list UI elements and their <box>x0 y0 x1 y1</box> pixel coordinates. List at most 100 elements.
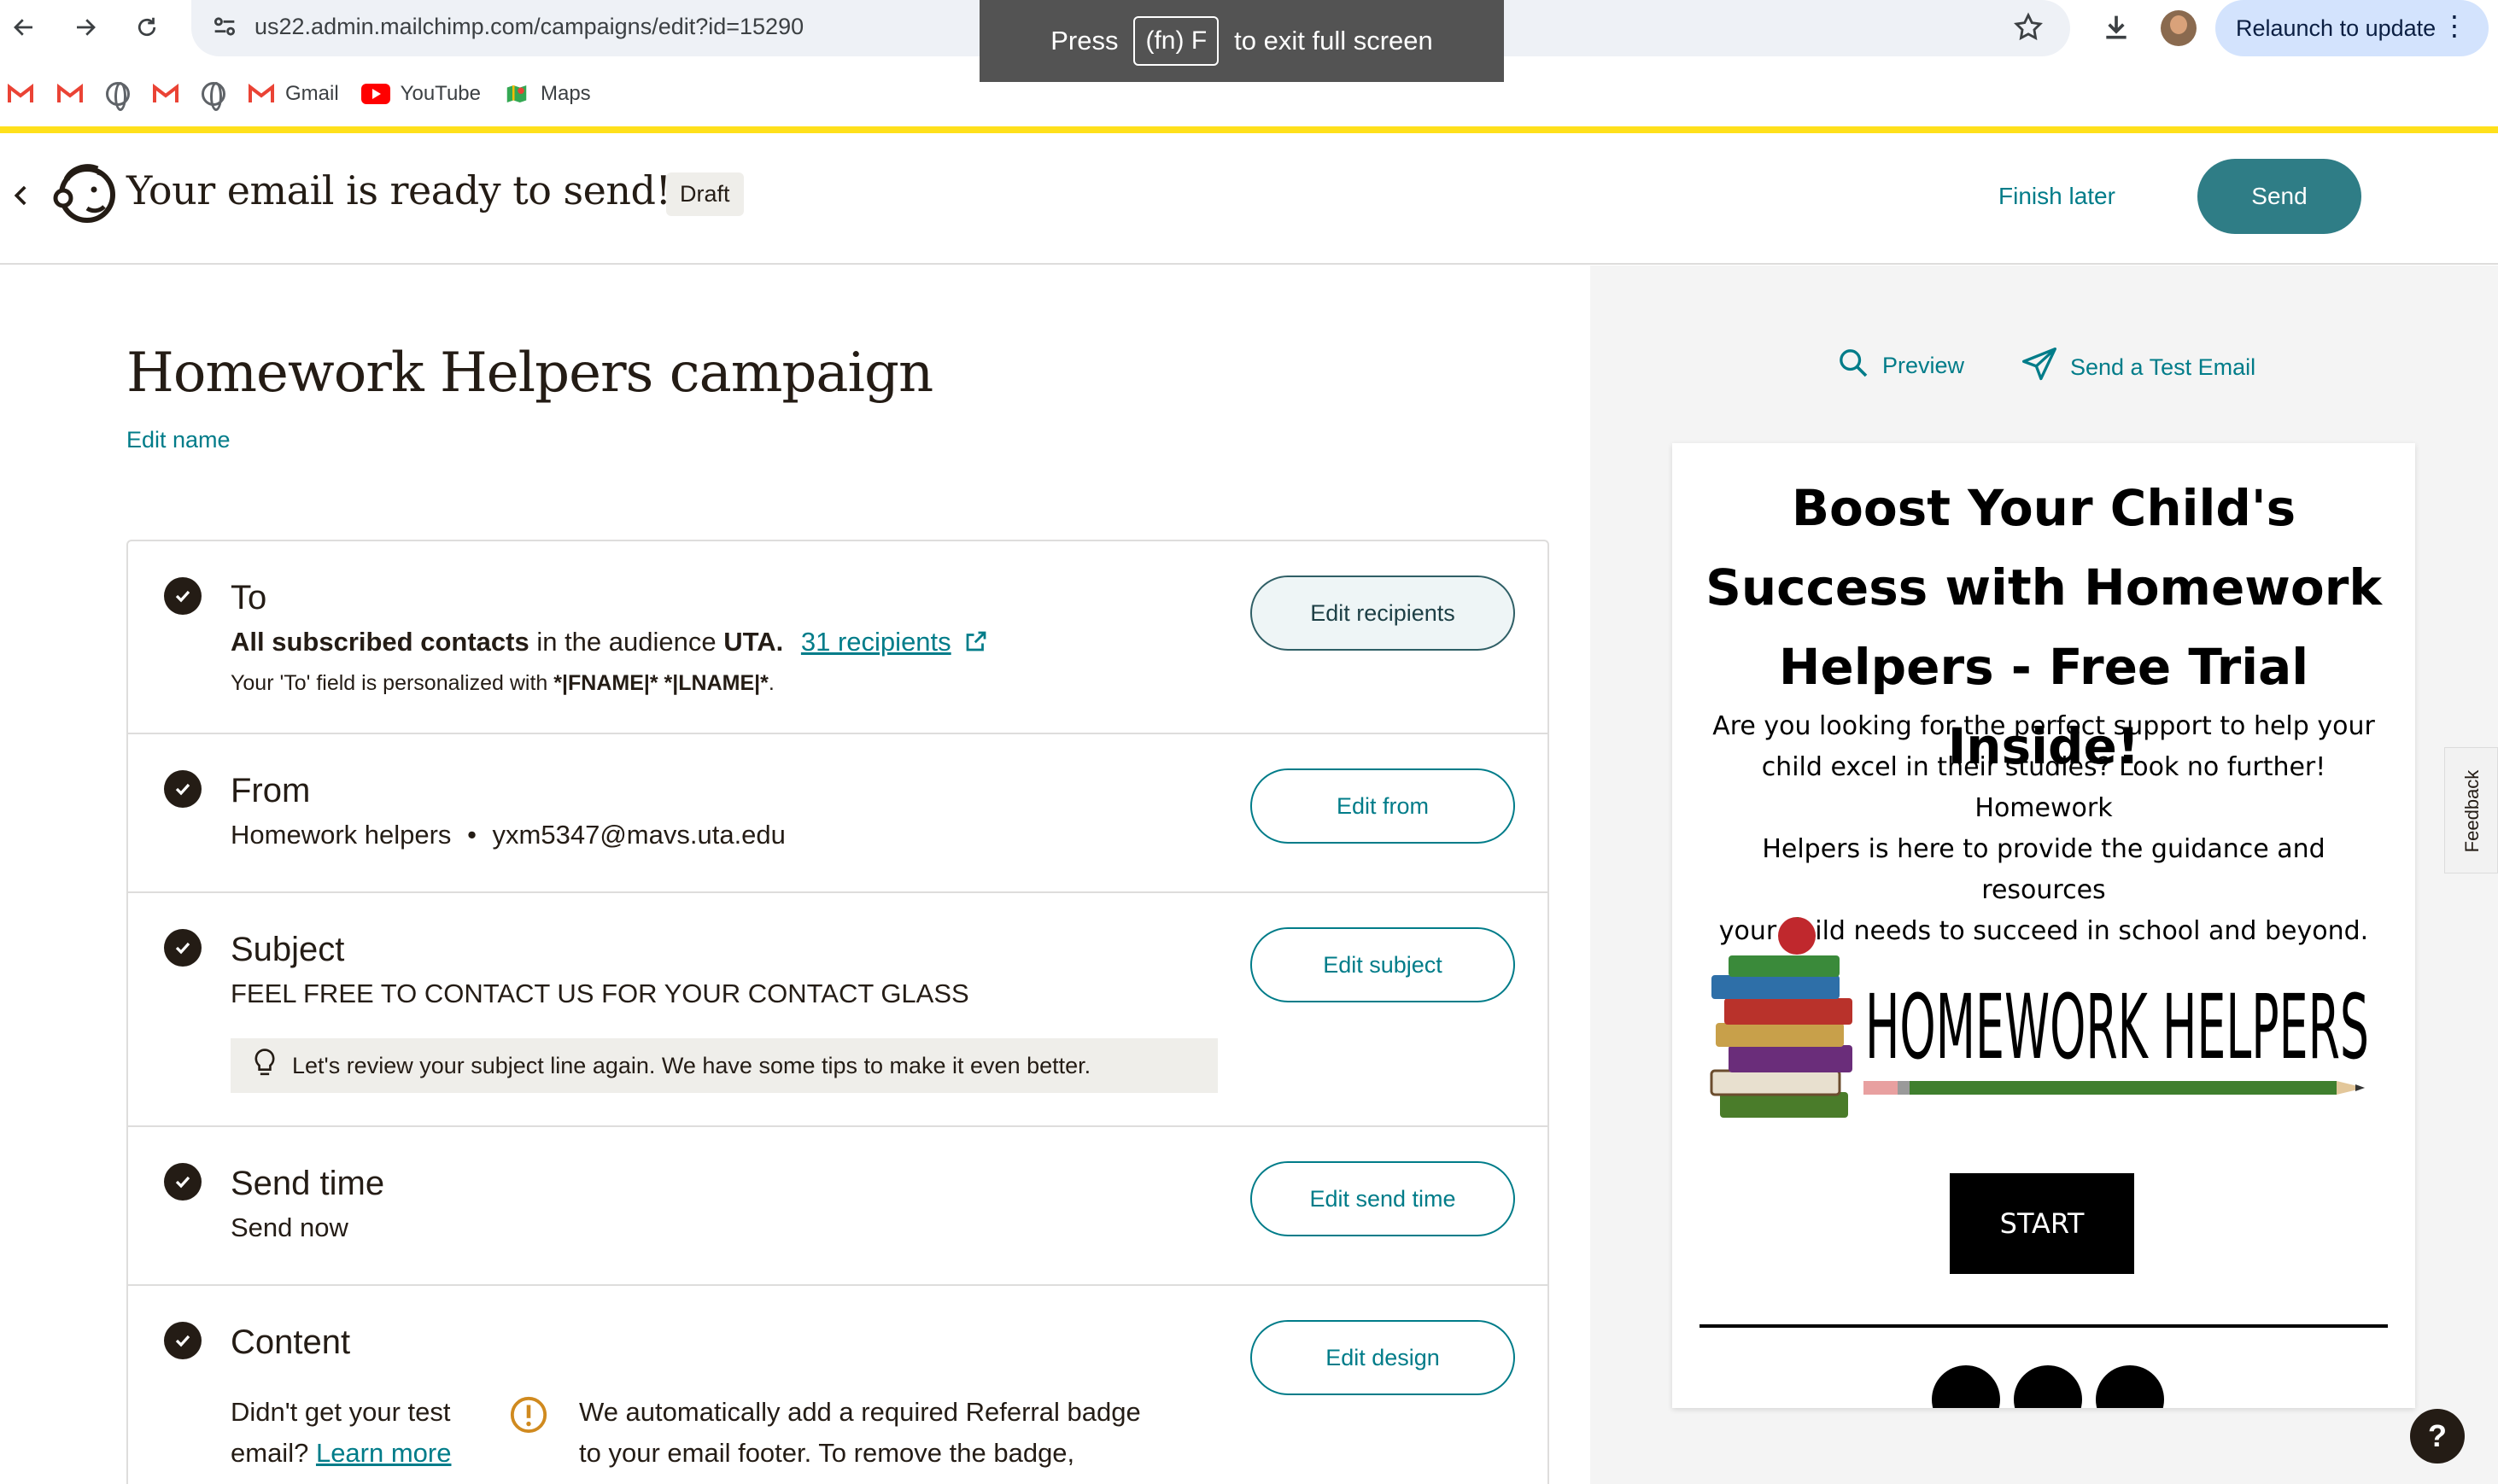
start-button[interactable]: START <box>1950 1173 2134 1274</box>
finish-later-link[interactable]: Finish later <box>1998 183 2115 210</box>
external-link-icon[interactable] <box>963 628 989 661</box>
test-line-2: email? <box>231 1438 309 1468</box>
back-chevron-icon[interactable] <box>7 181 36 214</box>
body-line: Are you looking for the perfect support … <box>1712 711 2375 741</box>
from-line: Homework helpers • yxm5347@mavs.uta.edu <box>231 820 786 850</box>
checkmark-icon <box>164 929 202 967</box>
globe-icon <box>106 82 130 111</box>
test-email-note: Didn't get your test email? Learn more <box>231 1392 451 1474</box>
from-name: Homework helpers <box>231 820 452 850</box>
bookmark-star-icon[interactable] <box>2012 11 2045 48</box>
notice-line-2: to your email footer. To remove the badg… <box>579 1438 1075 1468</box>
checklist-row-send-time: Send time Send now Edit send time <box>128 1127 1547 1286</box>
lightbulb-icon <box>251 1048 278 1084</box>
bookmark-gmail[interactable]: Gmail <box>248 80 339 108</box>
campaign-title: Homework Helpers campaign <box>126 342 933 405</box>
send-button[interactable]: Send <box>2197 159 2361 234</box>
back-arrow-icon[interactable] <box>7 10 41 44</box>
send-time-value: Send now <box>231 1212 348 1242</box>
body-line: Helpers is here to provide the guidance … <box>1762 834 2325 905</box>
checklist-row-to: To All subscribed contacts in the audien… <box>128 541 1547 734</box>
globe-icon <box>202 82 225 111</box>
gmail-icon <box>7 80 34 108</box>
social-link-icon[interactable] <box>2096 1365 2164 1408</box>
edit-subject-button[interactable]: Edit subject <box>1250 927 1515 1002</box>
edit-design-button[interactable]: Edit design <box>1250 1320 1515 1395</box>
notice-line-1: We automatically add a required Referral… <box>579 1397 1141 1427</box>
separator-dot: • <box>467 820 477 850</box>
bookmark-globe-2[interactable] <box>202 82 225 111</box>
recipients-link[interactable]: 31 recipients <box>801 627 951 657</box>
youtube-icon <box>360 84 390 104</box>
email-body-text: Are you looking for the perfect support … <box>1698 706 2390 952</box>
checkmark-icon <box>164 1322 202 1359</box>
url-text[interactable]: us22.admin.mailchimp.com/campaigns/edit?… <box>254 14 804 40</box>
mailchimp-logo-icon[interactable] <box>50 159 121 231</box>
gmail-icon <box>152 80 179 108</box>
preview-pane: Preview Send a Test Email Boost Your Chi… <box>1590 266 2498 1484</box>
audience-scope: All subscribed contacts <box>231 627 529 657</box>
headline-line: Success with Homework <box>1705 558 2382 616</box>
brand-accent-bar <box>0 126 2498 133</box>
relaunch-button[interactable]: Relaunch to update ⋮ <box>2215 0 2489 56</box>
subject-tip: Let's review your subject line again. We… <box>231 1038 1218 1093</box>
status-badge: Draft <box>666 172 744 216</box>
fullscreen-toast: Press (fn) F to exit full screen <box>980 0 1504 82</box>
preview-label: Preview <box>1882 353 1965 378</box>
edit-send-time-button[interactable]: Edit send time <box>1250 1161 1515 1236</box>
logo-text: HOMEWORK HELPERS <box>1865 975 2369 1079</box>
email-preview-card: Boost Your Child's Success with Homework… <box>1672 443 2415 1408</box>
learn-more-link[interactable]: Learn more <box>316 1438 452 1468</box>
toast-suffix: to exit full screen <box>1234 26 1433 56</box>
note-suffix: . <box>768 671 775 695</box>
edit-recipients-button[interactable]: Edit recipients <box>1250 575 1515 651</box>
to-personalization-note: Your 'To' field is personalized with *|F… <box>231 671 775 696</box>
from-email: yxm5347@mavs.uta.edu <box>492 820 786 850</box>
homework-helpers-logo: HOMEWORK HELPERS <box>1710 917 2369 1118</box>
row-title: To <box>231 579 267 616</box>
bookmark-maps[interactable]: Maps <box>503 80 591 108</box>
bookmark-label: Maps <box>540 82 591 105</box>
forward-arrow-icon[interactable] <box>68 10 102 44</box>
checkmark-icon <box>164 1163 202 1201</box>
merge-tags: *|FNAME|* *|LNAME|* <box>553 671 769 695</box>
help-button[interactable]: ? <box>2410 1409 2465 1464</box>
toast-key: (fn) F <box>1133 16 1220 66</box>
bookmark-gmail-3[interactable] <box>152 80 179 108</box>
profile-avatar[interactable] <box>2161 10 2197 46</box>
instagram-icon[interactable] <box>2014 1365 2082 1408</box>
checklist-row-content: Content Didn't get your test email? Lear… <box>128 1286 1547 1484</box>
reload-icon[interactable] <box>130 10 164 44</box>
download-icon[interactable] <box>2099 10 2133 49</box>
test-email-label: Send a Test Email <box>2070 354 2256 380</box>
warning-icon <box>509 1395 548 1439</box>
bookmark-globe-1[interactable] <box>106 82 130 111</box>
tip-text: Let's review your subject line again. We… <box>292 1052 1091 1078</box>
campaign-checklist: To All subscribed contacts in the audien… <box>126 540 1549 1484</box>
to-audience-line: All subscribed contacts in the audience … <box>231 627 989 661</box>
paper-plane-icon <box>2021 346 2058 389</box>
checkmark-icon <box>164 770 202 808</box>
edit-from-button[interactable]: Edit from <box>1250 768 1515 844</box>
bookmark-youtube[interactable]: YouTube <box>360 82 481 106</box>
headline-line: Boost Your Child's <box>1791 479 2296 537</box>
row-title: Subject <box>231 931 345 968</box>
row-title: Send time <box>231 1165 385 1202</box>
checklist-row-from: From Homework helpers • yxm5347@mavs.uta… <box>128 734 1547 893</box>
feedback-tab[interactable]: Feedback <box>2444 747 2498 873</box>
bookmark-gmail-1[interactable] <box>7 80 34 108</box>
send-test-email-link[interactable]: Send a Test Email <box>2021 346 2255 389</box>
facebook-icon[interactable] <box>1932 1365 2000 1408</box>
feedback-label: Feedback <box>2460 769 2483 853</box>
preview-link[interactable]: Preview <box>1836 346 1964 386</box>
toast-prefix: Press <box>1050 26 1119 56</box>
search-icon <box>1836 346 1870 386</box>
edit-name-link[interactable]: Edit name <box>126 427 231 453</box>
more-vert-icon[interactable]: ⋮ <box>2441 12 2468 39</box>
bookmark-gmail-2[interactable] <box>56 80 84 108</box>
note-prefix: Your 'To' field is personalized with <box>231 671 554 695</box>
site-settings-icon[interactable] <box>210 12 239 45</box>
body-line: child excel in their studies? Look no fu… <box>1761 752 2326 823</box>
referral-badge-notice: We automatically add a required Referral… <box>579 1392 1141 1474</box>
relaunch-label: Relaunch to update <box>2236 15 2437 41</box>
